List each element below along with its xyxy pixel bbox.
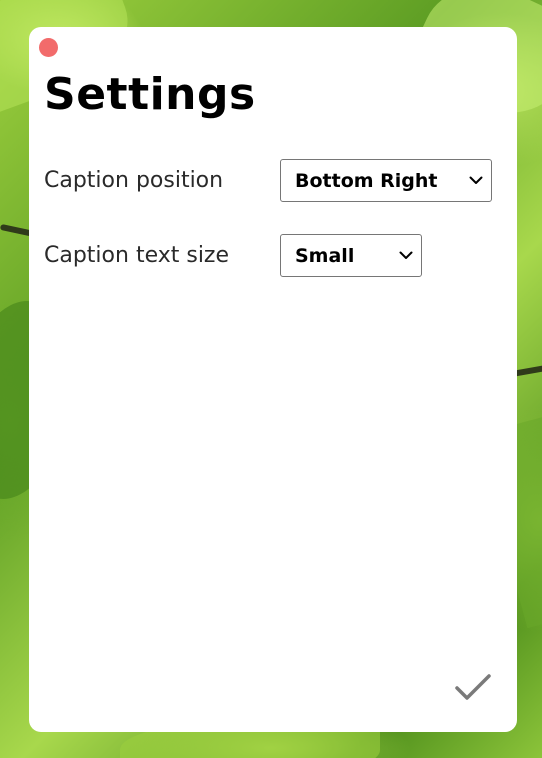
close-button[interactable] <box>39 38 58 57</box>
chevron-down-icon <box>469 176 483 186</box>
caption-text-size-value: Small <box>295 244 355 267</box>
caption-position-select[interactable]: Bottom Right <box>280 159 492 202</box>
page-title: Settings <box>44 69 256 120</box>
caption-position-value: Bottom Right <box>295 169 438 192</box>
confirm-button[interactable] <box>453 672 493 704</box>
settings-panel: Settings Caption position Bottom Right C… <box>29 27 517 732</box>
caption-text-size-label: Caption text size <box>44 243 230 268</box>
chevron-down-icon <box>399 251 413 261</box>
caption-position-label: Caption position <box>44 168 224 193</box>
caption-text-size-select[interactable]: Small <box>280 234 422 277</box>
checkmark-icon <box>455 674 491 700</box>
